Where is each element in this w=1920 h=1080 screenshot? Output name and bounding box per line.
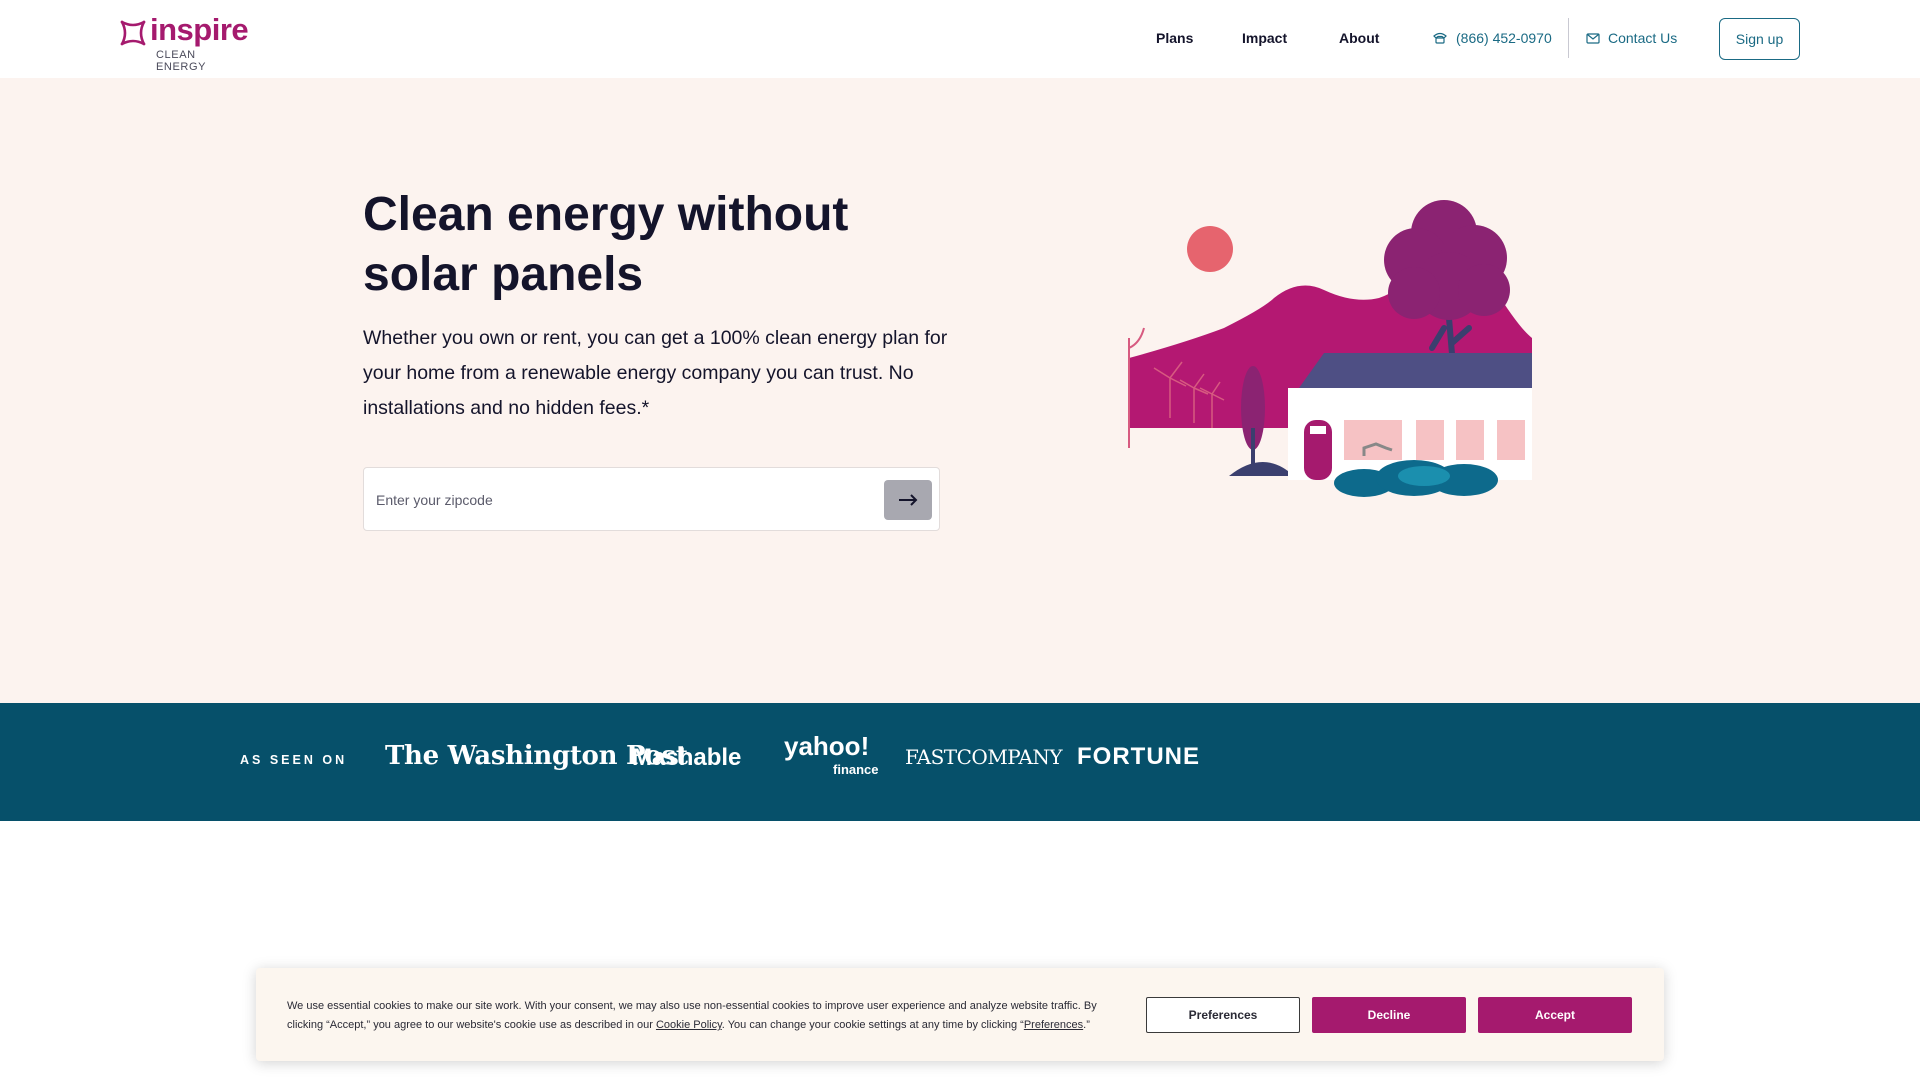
logo-subtitle: CLEAN ENERGY <box>156 49 207 73</box>
phone-link[interactable]: (866) 452-0970 <box>1432 30 1552 46</box>
cookie-decline-button[interactable]: Decline <box>1312 997 1466 1033</box>
cookie-banner: We use essential cookies to make our sit… <box>256 968 1664 1061</box>
logo[interactable]: inspire CLEAN ENERGY <box>118 12 249 73</box>
cookie-preferences-button[interactable]: Preferences <box>1146 997 1300 1033</box>
phone-icon <box>1433 32 1447 44</box>
logo-mark-icon <box>120 20 146 46</box>
zipcode-form <box>363 467 940 531</box>
cookie-preferences-link[interactable]: Preferences <box>1024 1019 1083 1031</box>
contact-link[interactable]: Contact Us <box>1586 30 1677 46</box>
nav-about[interactable]: About <box>1339 30 1379 46</box>
nav-divider <box>1568 18 1569 58</box>
logo-wordmark: inspire <box>150 12 249 47</box>
hero-illustration <box>1128 200 1532 497</box>
cookie-message: We use essential cookies to make our sit… <box>287 997 1107 1035</box>
cookie-text-part: .” <box>1083 1019 1090 1031</box>
phone-number: (866) 452-0970 <box>1456 30 1552 46</box>
cookie-accept-button[interactable]: Accept <box>1478 997 1632 1033</box>
zipcode-input[interactable] <box>376 482 856 518</box>
signup-button[interactable]: Sign up <box>1719 18 1800 60</box>
nav-plans[interactable]: Plans <box>1156 30 1193 46</box>
fortune-logo: FORTUNE <box>1077 743 1200 770</box>
zipcode-submit-button[interactable] <box>884 480 932 520</box>
mashable-logo: Mashable <box>632 744 742 771</box>
hero-title: Clean energy without solar panels <box>363 188 849 301</box>
yahoo-finance-sub: finance <box>833 762 879 777</box>
mail-icon <box>1586 32 1600 44</box>
hero-section: Clean energy without solar panels Whethe… <box>0 78 1920 703</box>
nav-impact[interactable]: Impact <box>1242 30 1287 46</box>
site-header: inspire CLEAN ENERGY Plans Impact About … <box>0 0 1920 78</box>
press-label: AS SEEN ON <box>240 753 348 767</box>
contact-label: Contact Us <box>1608 30 1678 46</box>
hero-subtitle: Whether you own or rent, you can get a 1… <box>363 327 948 419</box>
fast-company-logo: FASTCOMPANY <box>905 745 1063 769</box>
press-strip: AS SEEN ON The Washington Post Mashable … <box>0 703 1920 821</box>
yahoo-finance-logo: yahoo! <box>784 731 870 761</box>
arrow-right-icon <box>899 494 918 506</box>
cookie-policy-link[interactable]: Cookie Policy <box>656 1019 722 1031</box>
cookie-text-part: . You can change your cookie settings at… <box>721 1019 1024 1031</box>
